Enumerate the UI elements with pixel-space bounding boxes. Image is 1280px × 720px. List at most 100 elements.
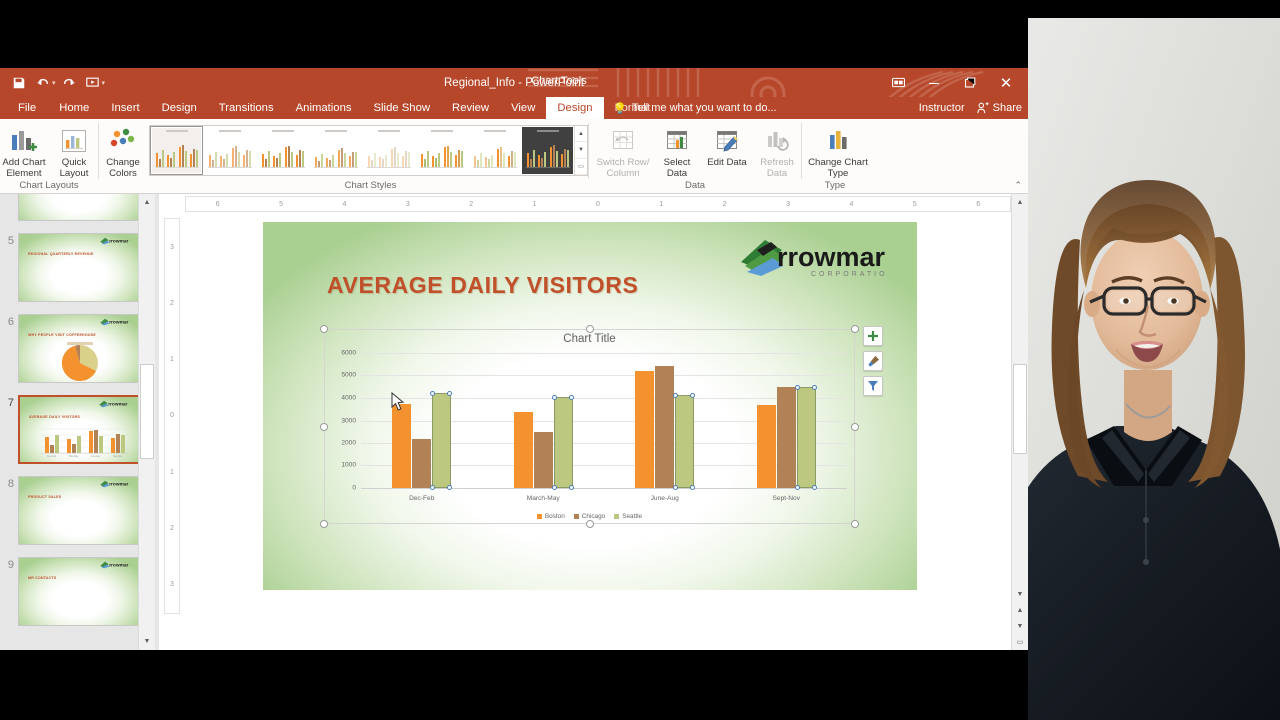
- chart-title[interactable]: Chart Title: [324, 333, 855, 345]
- next-slide-icon[interactable]: ▼: [1012, 618, 1028, 634]
- list-item[interactable]: 5 rrowmar REGIONAL QUARTERLY REVENUE: [0, 227, 155, 308]
- chart-bar-group[interactable]: [726, 353, 848, 490]
- thumbnail-slide-6[interactable]: rrowmar WHY PEOPLE VISIT COFFEEHOUSE: [18, 314, 140, 383]
- thumbnail-slide-5[interactable]: rrowmar REGIONAL QUARTERLY REVENUE: [18, 233, 140, 302]
- series-handle[interactable]: [551, 395, 557, 401]
- tab-home[interactable]: Home: [48, 97, 100, 119]
- scroll-down-icon[interactable]: ▼: [139, 633, 155, 650]
- quick-layout-button[interactable]: Quick Layout: [50, 122, 98, 179]
- thumbnail-scrollbar[interactable]: ▲ ▼: [138, 194, 155, 650]
- tab-chart-design[interactable]: Design: [546, 97, 604, 119]
- tab-view[interactable]: View: [500, 97, 546, 119]
- chart-styles-gallery-scroll[interactable]: ▲ ▼ ▭: [574, 126, 587, 175]
- collapse-ribbon-icon[interactable]: ⌃: [1014, 180, 1022, 191]
- chart-bar-seattle-dec-feb[interactable]: [430, 391, 453, 490]
- legend-item-seattle[interactable]: Seattle: [614, 513, 642, 520]
- ribbon-display-options-icon[interactable]: [880, 70, 916, 96]
- chart-bar-group[interactable]: [604, 353, 726, 490]
- tab-insert[interactable]: Insert: [100, 97, 150, 119]
- legend-item-boston[interactable]: Boston: [536, 513, 565, 520]
- slide-canvas[interactable]: rrowmar CORPORATION AVERAGE DAILY VISITO…: [263, 222, 917, 590]
- chart-bar-chicago-sept-nov[interactable]: [776, 386, 796, 488]
- chart-elements-button[interactable]: [863, 326, 883, 346]
- chart-bar-chicago-june-aug[interactable]: [655, 366, 675, 488]
- restore-icon[interactable]: [952, 70, 988, 96]
- scrollbar-thumb[interactable]: [1013, 364, 1027, 454]
- chart-bar-chicago-dec-feb[interactable]: [412, 438, 432, 488]
- chart-bar-group[interactable]: [361, 353, 483, 490]
- chart-style-5[interactable]: [362, 126, 415, 175]
- chart-style-8[interactable]: [521, 126, 574, 175]
- chart-object[interactable]: Chart Title 0 1000 2000 3000 4000 5000 6…: [320, 325, 859, 528]
- legend-item-chicago[interactable]: Chicago: [573, 513, 605, 520]
- list-item[interactable]: 8 rrowmar PRODUCT SALES: [0, 470, 155, 551]
- series-handle[interactable]: [811, 385, 817, 391]
- tab-slide-show[interactable]: Slide Show: [363, 97, 442, 119]
- resize-handle-w[interactable]: [320, 422, 328, 431]
- series-handle[interactable]: [430, 391, 436, 397]
- series-handle[interactable]: [551, 485, 557, 490]
- gallery-scroll-down-icon[interactable]: ▼: [575, 142, 587, 159]
- account-name[interactable]: Instructor: [919, 102, 965, 114]
- chart-bar-chicago-march-may[interactable]: [533, 431, 553, 488]
- scroll-up-icon[interactable]: ▲: [1012, 194, 1028, 210]
- change-chart-type-button[interactable]: Change Chart Type: [808, 122, 868, 179]
- resize-handle-se[interactable]: [851, 520, 859, 528]
- series-handle[interactable]: [811, 485, 817, 490]
- resize-handle-e[interactable]: [851, 422, 859, 431]
- thumbnail-slide-7[interactable]: rrowmar AVERAGE DAILY VISITORS Dec-Feb M…: [18, 395, 140, 464]
- refresh-data-button[interactable]: Refresh Data: [753, 122, 801, 179]
- scrollbar-thumb[interactable]: [140, 364, 154, 459]
- list-item[interactable]: 6 rrowmar WHY PEOPLE VISIT COFFEEHOUSE: [0, 308, 155, 389]
- chart-style-7[interactable]: [468, 126, 521, 175]
- chart-style-1[interactable]: [150, 126, 203, 175]
- list-item[interactable]: 4 rrowmar: [0, 194, 155, 227]
- chart-bar-boston-march-may[interactable]: [513, 411, 533, 488]
- resize-handle-n[interactable]: [585, 325, 594, 333]
- list-item[interactable]: 9 rrowmar MR CONTACTS: [0, 551, 155, 632]
- fit-slide-icon[interactable]: ▭: [1012, 634, 1028, 650]
- change-colors-button[interactable]: Change Colors: [99, 122, 147, 179]
- series-handle[interactable]: [568, 485, 574, 490]
- series-handle[interactable]: [568, 395, 574, 401]
- gallery-more-icon[interactable]: ▭: [575, 159, 587, 175]
- add-chart-element-button[interactable]: Add Chart Element: [0, 122, 48, 179]
- thumbnail-slide-4[interactable]: rrowmar: [18, 194, 140, 221]
- chart-filters-button[interactable]: [863, 376, 883, 396]
- chart-style-3[interactable]: [256, 126, 309, 175]
- chart-bar-seattle-sept-nov[interactable]: [794, 385, 817, 490]
- chart-bar-boston-dec-feb[interactable]: [392, 403, 412, 488]
- series-handle[interactable]: [673, 393, 679, 399]
- tell-me-box[interactable]: 💡 Tell me what you want to do...: [613, 97, 777, 119]
- chart-styles-button[interactable]: [863, 351, 883, 371]
- series-handle[interactable]: [794, 385, 800, 391]
- chart-bar-boston-june-aug[interactable]: [635, 371, 655, 488]
- chart-bar-group[interactable]: [483, 353, 605, 490]
- minimize-icon[interactable]: [916, 70, 952, 96]
- scroll-up-icon[interactable]: ▲: [139, 194, 155, 211]
- page-title[interactable]: AVERAGE DAILY VISITORS: [327, 272, 638, 299]
- scroll-down-icon[interactable]: ▼: [1012, 586, 1028, 602]
- previous-slide-icon[interactable]: ▲: [1012, 602, 1028, 618]
- switch-row-column-button[interactable]: Switch Row/ Column: [595, 122, 651, 179]
- tab-file[interactable]: File: [6, 97, 48, 119]
- series-handle[interactable]: [690, 393, 696, 399]
- chart-style-2[interactable]: [203, 126, 256, 175]
- tab-animations[interactable]: Animations: [285, 97, 363, 119]
- tab-design[interactable]: Design: [151, 97, 208, 119]
- chart-legend[interactable]: Boston Chicago Seattle: [324, 513, 855, 520]
- close-icon[interactable]: ✕: [988, 70, 1024, 96]
- select-data-button[interactable]: Select Data: [653, 122, 701, 179]
- list-item[interactable]: 7 rrowmar AVERAGE DAILY VISITORS Dec-Feb…: [0, 389, 155, 470]
- chart-bar-seattle-march-may[interactable]: [551, 395, 574, 490]
- chart-bar-boston-sept-nov[interactable]: [756, 404, 776, 488]
- resize-handle-sw[interactable]: [320, 520, 328, 528]
- tab-transitions[interactable]: Transitions: [208, 97, 285, 119]
- tab-review[interactable]: Review: [441, 97, 500, 119]
- slide-thumbnail-pane[interactable]: 4 rrowmar 5: [0, 194, 155, 650]
- resize-handle-s[interactable]: [585, 520, 594, 528]
- thumbnail-slide-8[interactable]: rrowmar PRODUCT SALES: [18, 476, 140, 545]
- thumbnail-slide-9[interactable]: rrowmar MR CONTACTS: [18, 557, 140, 626]
- resize-handle-nw[interactable]: [320, 325, 328, 333]
- chart-style-4[interactable]: [309, 126, 362, 175]
